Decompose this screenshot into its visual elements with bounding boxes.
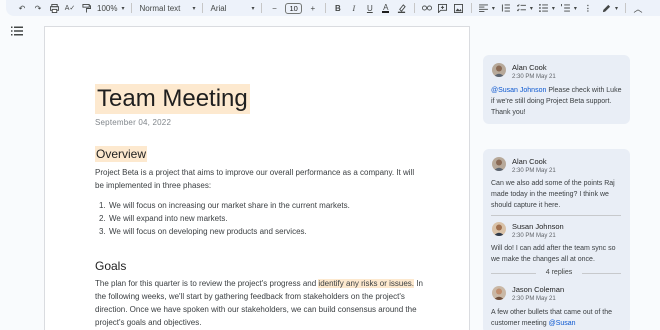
style-value: Normal text [139,3,181,13]
highlighted-text[interactable]: identify any risks or issues. [318,279,415,288]
style-select[interactable]: Normal text ▾ [136,1,198,15]
comment-author: Alan Cook [512,157,547,166]
underline-icon[interactable]: U [362,1,378,15]
comment-author: Susan Johnson [512,222,564,231]
italic-icon[interactable]: I [346,1,362,15]
comment-body: Will do! I can add after the team sync s… [491,245,616,263]
pencil-icon [602,4,611,12]
chevron-down-icon: ▾ [614,5,618,12]
goals-paragraph[interactable]: The plan for this quarter is to review t… [95,277,425,329]
divider [261,3,263,13]
more-options-icon[interactable]: ⋮ [580,1,596,15]
divider [491,215,621,216]
list-number: 3. [99,227,106,236]
list-number: 2. [99,214,106,223]
chevron-down-icon: ▾ [121,5,125,12]
bulleted-list-select[interactable]: ▾ [536,1,558,15]
avatar [492,157,506,171]
document-title[interactable]: Team Meeting [95,84,250,114]
chevron-down-icon: ▾ [551,5,555,12]
divider [324,3,326,13]
comment-body: A few other bullets that came out of the… [491,307,623,329]
avatar [492,222,506,236]
font-size-input[interactable]: 10 [285,2,302,14]
font-select[interactable]: Arial ▾ [207,1,257,15]
numbered-list-select[interactable]: ▾ [558,1,580,15]
divider [202,3,204,13]
divider [625,3,626,13]
avatar [492,63,506,77]
link-icon[interactable] [419,1,435,15]
chevron-down-icon: ▾ [192,5,196,12]
list-item: 2. We will expand into new markets. [99,212,350,225]
comment-author: Alan Cook [512,63,547,72]
bold-icon[interactable]: B [330,1,346,15]
list-item: 1. We will focus on increasing our market… [99,199,350,212]
zoom-select[interactable]: 100% ▾ [94,1,127,15]
text-color-icon[interactable]: A [378,1,394,15]
list-item-text: We will focus on increasing our market s… [109,201,350,210]
paint-format-icon[interactable] [78,1,94,15]
list-number: 1. [99,201,106,210]
comment-author: Jason Coleman [512,285,565,294]
avatar [492,286,506,300]
align-left-icon [478,4,488,12]
comment-thread[interactable] [483,149,630,330]
align-select[interactable]: ▾ [476,1,498,15]
comment-time: 2:30 PM May 21 [512,168,556,174]
outline-icon[interactable] [11,26,23,36]
print-icon[interactable] [46,1,62,15]
comment-icon[interactable] [435,1,451,15]
highlight-icon[interactable] [394,1,410,15]
chevron-down-icon: ▾ [491,5,495,12]
divider [131,3,133,13]
mention-link[interactable]: @Susan [549,320,576,327]
comment-body: Can we also add some of the points Raj m… [491,180,615,209]
list-item-text: We will expand into new markets. [109,214,228,223]
font-value: Arial [210,3,227,13]
chevron-down-icon: ▾ [573,5,577,12]
decrease-font-size-button[interactable]: − [266,1,282,15]
numbered-list-icon [560,4,570,12]
divider [491,273,536,274]
spellcheck-icon[interactable]: A✓ [62,1,78,15]
redo-icon[interactable]: ↷ [30,1,46,15]
list-item: 3. We will focus on developing new produc… [99,225,350,238]
chevron-up-icon[interactable]: ︿ [630,1,646,15]
divider [582,273,621,274]
bulleted-list-icon [538,4,548,12]
list-item-text: We will focus on developing new products… [109,227,307,236]
goals-text: The plan for this quarter is to review t… [95,279,319,288]
editing-mode-select[interactable]: ▾ [599,1,621,15]
image-icon[interactable] [451,1,467,15]
overview-heading[interactable]: Overview [95,146,148,162]
toolbar: ↶ ↷ A✓ 100% ▾ Normal text ▾ Arial ▾ − 10 + … [6,0,660,16]
checklist-icon [516,4,526,12]
chevron-down-icon: ▾ [529,5,533,12]
replies-toggle[interactable]: 4 replies [539,269,579,276]
undo-icon[interactable]: ↶ [14,1,30,15]
line-spacing-icon[interactable] [498,1,514,15]
divider [413,3,415,13]
comment-time: 2:30 PM May 21 [512,233,556,239]
document-date[interactable]: September 04, 2022 [95,118,171,127]
chevron-down-icon: ▾ [251,5,255,12]
toolbar-right: ▾ ︿ [599,1,646,15]
goals-heading[interactable]: Goals [95,258,126,274]
overview-paragraph[interactable]: Project Beta is a project that aims to i… [95,166,425,192]
comment-time: 2:30 PM May 21 [512,296,556,302]
mention-link[interactable]: @Susan Johnson [491,87,546,94]
checklist-select[interactable]: ▾ [514,1,536,15]
divider [470,3,472,13]
comment-body: @Susan Johnson Please check with Luke if… [491,85,623,118]
zoom-value: 100% [97,3,118,13]
increase-font-size-button[interactable]: + [305,1,321,15]
phases-list[interactable]: 1. We will focus on increasing our market… [99,199,350,238]
comment-time: 2:30 PM May 21 [512,74,556,80]
